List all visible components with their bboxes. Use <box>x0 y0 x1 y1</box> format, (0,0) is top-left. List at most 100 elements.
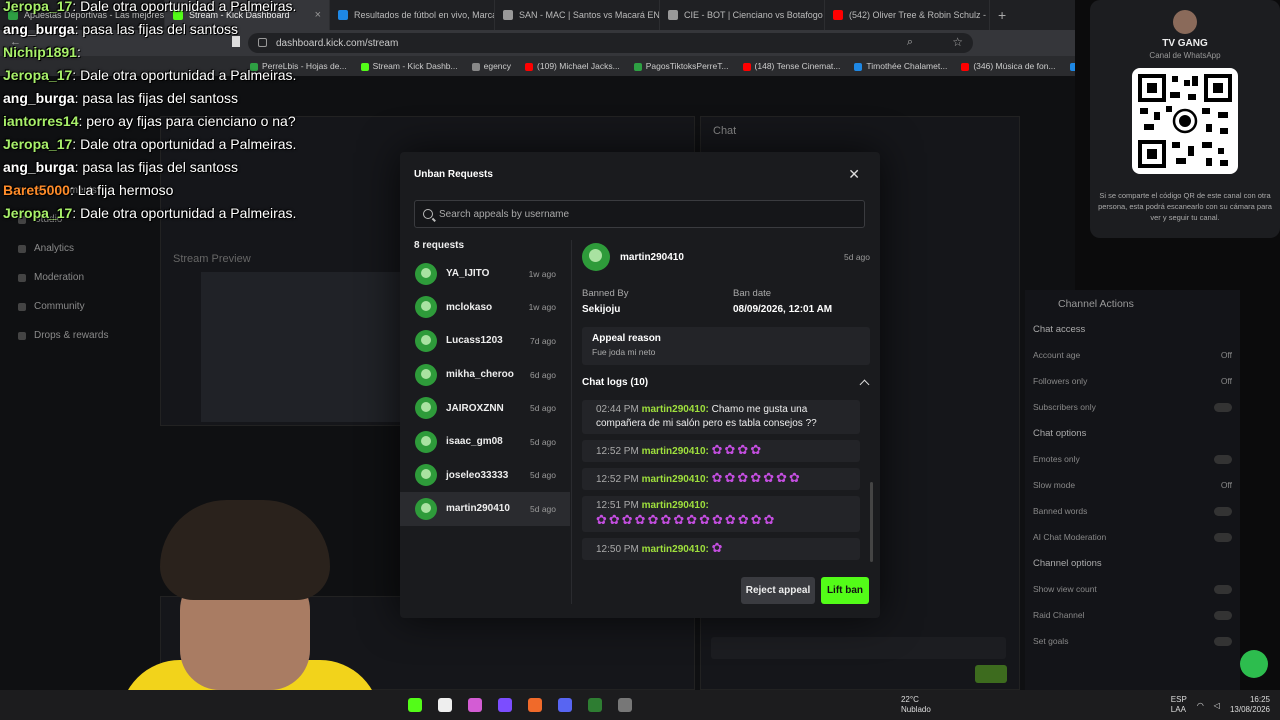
url-field[interactable]: dashboard.kick.com/stream ⌕ ☆ <box>248 33 973 53</box>
sidebar-item[interactable]: Analytics <box>0 234 160 263</box>
tab-close-icon[interactable]: × <box>315 9 321 21</box>
zoom-icon[interactable]: ⌕ <box>907 36 913 49</box>
log-time: 12:51 PM <box>596 500 639 511</box>
bookmark-item[interactable]: (109) Michael Jacks... <box>525 61 620 71</box>
setting-row[interactable]: Emotes only <box>1025 446 1240 472</box>
kick-app-icon[interactable] <box>408 698 422 712</box>
request-list-item[interactable]: JAIROXZNN 5d ago <box>400 391 570 425</box>
bookmark-item[interactable]: egency <box>471 61 512 71</box>
channel-name: TV GANG <box>1162 38 1208 49</box>
request-list-item[interactable]: mikha_cheroo 6d ago <box>400 358 570 392</box>
appeal-detail: martin290410 5d ago Banned By Sekijoju B… <box>582 242 872 560</box>
new-tab-icon[interactable]: + <box>990 7 1014 23</box>
app-icon[interactable] <box>468 698 482 712</box>
bookmark-favicon-icon <box>1069 62 1075 71</box>
request-list-item[interactable]: isaac_gm08 5d ago <box>400 425 570 459</box>
toggle-switch[interactable] <box>1214 402 1232 412</box>
bookmark-label: Stream - Kick Dashb... <box>372 61 458 71</box>
site-info-icon[interactable] <box>258 38 267 47</box>
chat-logs-list[interactable]: 02:44 PM martin290410: Chamo me gusta un… <box>582 400 872 560</box>
lift-ban-button[interactable]: Lift ban <box>821 577 869 604</box>
sidebar-item[interactable]: Community <box>0 292 160 321</box>
windows-taskbar: 22°C Nublado ESP LAA ◠ ◁ 16:25 13/08/202… <box>0 690 1280 720</box>
sidebar-item-label: Analytics <box>34 243 75 254</box>
overlay-chat-user: Jeropa_17 <box>3 136 73 152</box>
log-user: martin290410: <box>641 500 709 511</box>
volume-icon[interactable]: ◁ <box>1214 701 1220 710</box>
setting-row[interactable]: AI Chat Moderation <box>1025 524 1240 550</box>
toggle-switch[interactable] <box>1214 532 1232 542</box>
setting-row[interactable]: Followers only Off <box>1025 368 1240 394</box>
chat-send-input[interactable] <box>711 637 1006 659</box>
setting-label: Channel options <box>1033 557 1102 569</box>
request-list-item[interactable]: YA_IJITO 1w ago <box>400 257 570 291</box>
weather-widget[interactable]: 22°C Nublado <box>901 695 931 715</box>
app-icon[interactable] <box>588 698 602 712</box>
sidebar-item-icon <box>18 244 26 253</box>
toggle-switch[interactable] <box>1214 454 1232 464</box>
browser-tab[interactable]: SAN - MAC | Santos vs Macará EN VI <box>495 0 660 30</box>
chat-logs-toggle[interactable]: Chat logs (10) <box>582 377 872 390</box>
section-heading: Channel options <box>1025 550 1240 576</box>
browser-tab[interactable]: Resultados de fútbol en vivo, Marcad <box>330 0 495 30</box>
setting-row[interactable]: Subscribers only <box>1025 394 1240 420</box>
clock[interactable]: 16:25 13/08/2026 <box>1230 695 1270 715</box>
request-list-item[interactable]: martin290410 5d ago <box>400 492 570 526</box>
toggle-switch[interactable] <box>1214 636 1232 646</box>
request-list-item[interactable]: joseleo33333 5d ago <box>400 459 570 493</box>
app-icon[interactable] <box>498 698 512 712</box>
request-list-item[interactable]: Lucass1203 7d ago <box>400 324 570 358</box>
overlay-chat-message: iantorres14: pero ay fijas para ciencian… <box>3 110 296 133</box>
toggle-switch[interactable] <box>1214 610 1232 620</box>
bookmark-item[interactable]: Timothée Chalamet... <box>854 61 947 71</box>
appeal-reason-box: Appeal reason Fue joda mi neto <box>582 327 870 365</box>
requests-count: 8 requests <box>414 240 465 251</box>
appeal-search-box[interactable] <box>414 200 865 228</box>
bookmark-item[interactable]: PagosTiktoksPerreT... <box>633 61 729 71</box>
bookmark-item[interactable]: Clipealo <box>1069 61 1075 71</box>
setting-label: Raid Channel <box>1033 610 1085 620</box>
setting-row[interactable]: Banned words <box>1025 498 1240 524</box>
chat-send-button[interactable] <box>975 665 1007 683</box>
wifi-icon[interactable]: ◠ <box>1197 701 1204 710</box>
overlay-chat-text: Dale otra oportunidad a Palmeiras. <box>80 67 297 83</box>
app-icon[interactable] <box>438 698 452 712</box>
appeal-search-input[interactable] <box>439 208 859 220</box>
sidebar-item[interactable]: Drops & rewards <box>0 321 160 350</box>
bookmark-item[interactable]: Stream - Kick Dashb... <box>360 61 458 71</box>
bookmark-label: (109) Michael Jacks... <box>537 61 620 71</box>
setting-row[interactable]: Show view count <box>1025 576 1240 602</box>
log-time: 02:44 PM <box>596 404 639 415</box>
toggle-switch[interactable] <box>1214 506 1232 516</box>
close-icon[interactable]: ✕ <box>848 166 860 183</box>
log-time: 12:50 PM <box>596 544 639 555</box>
browser-tab[interactable]: (542) Oliver Tree & Robin Schulz - Mi <box>825 0 990 30</box>
discord-icon[interactable] <box>558 698 572 712</box>
app-icon[interactable] <box>528 698 542 712</box>
setting-label: Banned words <box>1033 506 1088 516</box>
bookmark-item[interactable]: (346) Música de fon... <box>961 61 1056 71</box>
overlay-chat-text: La fija hermoso <box>77 182 174 198</box>
obs-icon[interactable] <box>618 698 632 712</box>
overlay-chat-user: ang_burga <box>3 90 75 106</box>
setting-row[interactable]: Account age Off <box>1025 342 1240 368</box>
overlay-chat-colon: : <box>72 0 81 14</box>
request-list-item[interactable]: mclokaso 1w ago <box>400 291 570 325</box>
reject-appeal-button[interactable]: Reject appeal <box>741 577 815 604</box>
support-button[interactable] <box>1240 650 1268 678</box>
setting-row[interactable]: Slow mode Off <box>1025 472 1240 498</box>
channel-subtitle: Canal de WhatsApp <box>1149 51 1221 60</box>
setting-row[interactable]: Raid Channel <box>1025 602 1240 628</box>
setting-row[interactable]: Set goals <box>1025 628 1240 654</box>
bookmark-label: egency <box>483 61 512 71</box>
bookmark-item[interactable]: (148) Tense Cinemat... <box>742 61 840 71</box>
toggle-switch[interactable] <box>1214 584 1232 594</box>
chat-logs-scrollbar[interactable] <box>870 482 873 562</box>
browser-tab[interactable]: CIE - BOT | Cienciano vs Botafogo EN <box>660 0 825 30</box>
sidebar-item[interactable]: Moderation <box>0 263 160 292</box>
request-age: 5d ago <box>530 436 556 447</box>
bookmark-label: PagosTiktoksPerreT... <box>645 61 729 71</box>
language-indicator[interactable]: ESP LAA <box>1171 695 1187 715</box>
system-tray: 22°C Nublado ESP LAA ◠ ◁ 16:25 13/08/202… <box>901 690 1280 720</box>
bookmark-star-icon[interactable]: ☆ <box>952 35 963 49</box>
